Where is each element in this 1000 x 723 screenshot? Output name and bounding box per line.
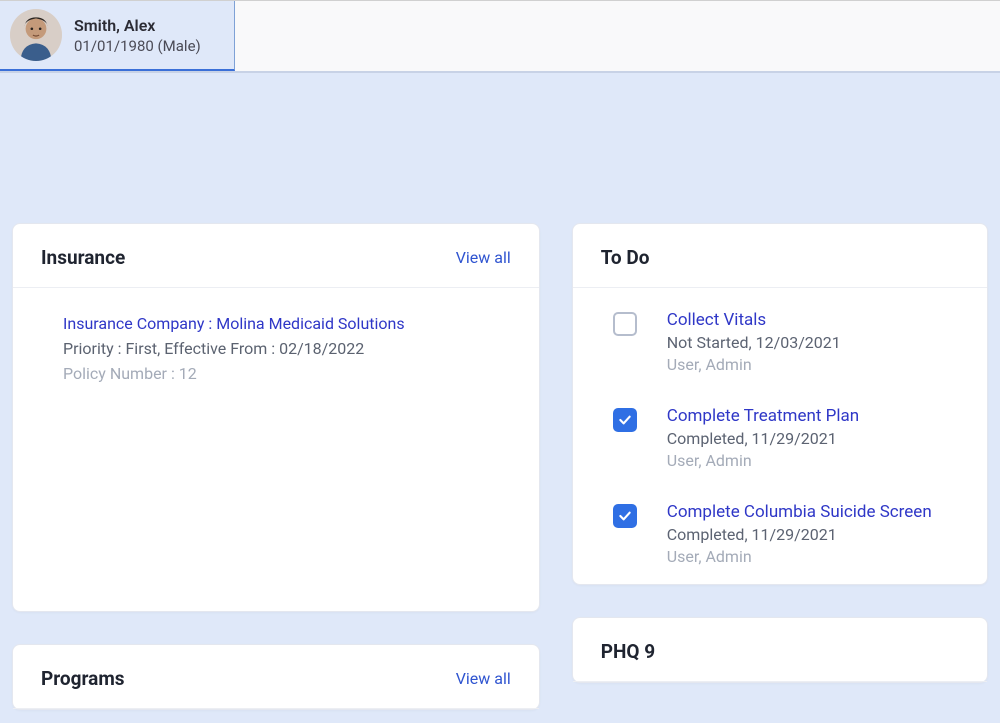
todo-item-user: User, Admin [667, 451, 859, 470]
todo-item-texts: Collect Vitals Not Started, 12/03/2021 Use… [667, 310, 841, 374]
todo-item-user: User, Admin [667, 355, 841, 374]
todo-item-title[interactable]: Complete Treatment Plan [667, 406, 859, 426]
todo-item-texts: Complete Columbia Suicide Screen Complete… [667, 502, 932, 566]
programs-title: Programs [41, 667, 125, 690]
phq9-title: PHQ 9 [601, 640, 655, 663]
patient-name: Smith, Alex [74, 16, 201, 35]
programs-view-all[interactable]: View all [456, 669, 511, 688]
patient-info: Smith, Alex 01/01/1980 (Male) [74, 16, 201, 55]
checkbox-checked-icon[interactable] [613, 504, 637, 528]
insurance-view-all[interactable]: View all [456, 248, 511, 267]
todo-item-status: Completed, 11/29/2021 [667, 429, 859, 448]
todo-item-title[interactable]: Collect Vitals [667, 310, 841, 330]
checkbox-empty-icon[interactable] [613, 312, 637, 336]
checkbox-checked-icon[interactable] [613, 408, 637, 432]
insurance-title: Insurance [41, 246, 125, 269]
insurance-policy: Policy Number : 12 [63, 364, 507, 383]
todo-item: Complete Columbia Suicide Screen Complete… [613, 502, 959, 566]
insurance-card: Insurance View all Insurance Company : M… [12, 223, 540, 612]
phq9-header: PHQ 9 [573, 618, 987, 682]
insurance-body: Insurance Company : Molina Medicaid Solu… [13, 288, 539, 611]
patient-sub: 01/01/1980 (Male) [74, 37, 201, 55]
phq9-card: PHQ 9 [572, 617, 988, 683]
avatar [10, 9, 62, 61]
content: Insurance View all Insurance Company : M… [0, 73, 1000, 710]
insurance-company[interactable]: Insurance Company : Molina Medicaid Solu… [63, 314, 507, 333]
todo-item-status: Not Started, 12/03/2021 [667, 333, 841, 352]
todo-title: To Do [601, 246, 650, 269]
todo-header: To Do [573, 224, 987, 288]
right-column: To Do Collect Vitals Not Started, 12/03/2… [572, 223, 988, 710]
todo-item: Collect Vitals Not Started, 12/03/2021 Use… [613, 310, 959, 374]
todo-item-user: User, Admin [667, 547, 932, 566]
todo-body: Collect Vitals Not Started, 12/03/2021 Use… [573, 288, 987, 584]
todo-item-texts: Complete Treatment Plan Completed, 11/29/… [667, 406, 859, 470]
top-bar: Smith, Alex 01/01/1980 (Male) [0, 0, 1000, 73]
programs-card: Programs View all [12, 644, 540, 710]
left-column: Insurance View all Insurance Company : M… [12, 223, 540, 710]
todo-item-status: Completed, 11/29/2021 [667, 525, 932, 544]
insurance-header: Insurance View all [13, 224, 539, 288]
todo-item-title[interactable]: Complete Columbia Suicide Screen [667, 502, 932, 522]
todo-item: Complete Treatment Plan Completed, 11/29/… [613, 406, 959, 470]
todo-card: To Do Collect Vitals Not Started, 12/03/2… [572, 223, 988, 585]
insurance-priority: Priority : First, Effective From : 02/18… [63, 339, 507, 358]
programs-header: Programs View all [13, 645, 539, 709]
patient-tab[interactable]: Smith, Alex 01/01/1980 (Male) [0, 1, 235, 71]
